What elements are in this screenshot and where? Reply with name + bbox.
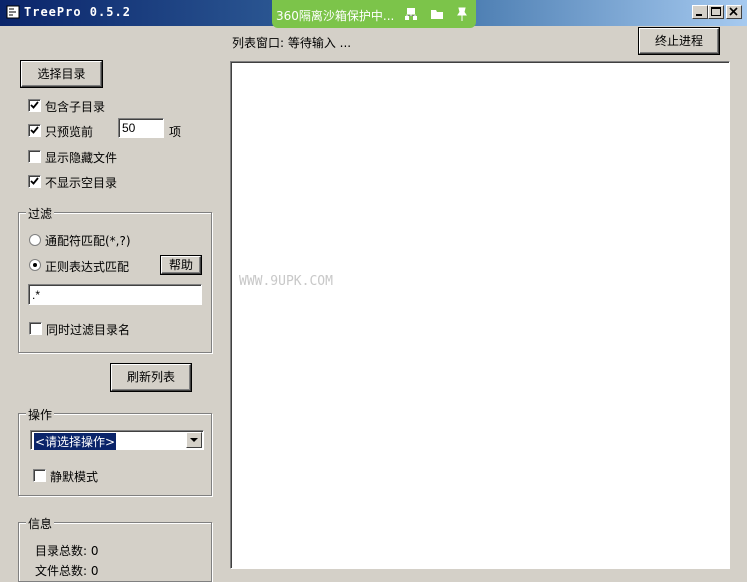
pattern-input[interactable]: [28, 284, 202, 305]
show-hidden-label: 显示隐藏文件: [45, 151, 118, 165]
wildcard-label: 通配符匹配(*,?): [45, 234, 131, 248]
window-title: TreePro 0.5.2: [24, 5, 131, 19]
stop-process-button[interactable]: 终止进程: [638, 27, 720, 55]
close-icon: [729, 7, 738, 16]
preview-unit-label: 项: [169, 125, 182, 139]
choose-directory-button[interactable]: 选择目录: [20, 60, 103, 88]
hide-empty-label: 不显示空目录: [45, 176, 118, 190]
preview-count-input[interactable]: [118, 118, 164, 138]
operation-group-title: 操作: [26, 406, 55, 423]
app-icon: [6, 5, 20, 19]
preview-only-checkbox[interactable]: [28, 124, 41, 137]
dir-count: 目录总数: 0: [35, 544, 99, 558]
preview-only-label: 只预览前: [45, 125, 94, 139]
file-count: 文件总数: 0: [35, 564, 99, 578]
wildcard-radio[interactable]: [29, 234, 41, 246]
close-button[interactable]: [726, 5, 742, 19]
show-hidden-checkbox[interactable]: [28, 150, 41, 163]
filter-dirs-label: 同时过滤目录名: [46, 323, 131, 337]
pin-icon[interactable]: [453, 5, 471, 23]
silent-mode-label: 静默模式: [50, 470, 99, 484]
include-subdirs-checkbox[interactable]: [28, 99, 41, 112]
checkmark-icon: [30, 101, 39, 109]
list-status: 列表窗口: 等待输入 ...: [232, 36, 352, 50]
include-subdirs-label: 包含子目录: [45, 100, 106, 114]
maximize-button[interactable]: [708, 5, 724, 19]
info-group-title: 信息: [26, 515, 55, 532]
folder-icon[interactable]: [428, 5, 446, 23]
filter-group-title: 过滤: [26, 205, 55, 222]
operation-select[interactable]: <请选择操作>: [30, 430, 204, 450]
checkmark-icon: [30, 177, 39, 185]
watermark: WWW.9UPK.COM: [239, 274, 333, 289]
sandbox-network-icon[interactable]: [402, 5, 420, 23]
regex-radio[interactable]: [29, 259, 41, 271]
operation-group: [18, 413, 212, 496]
sandbox-status: 360隔离沙箱保护中...: [276, 9, 395, 23]
minimize-button[interactable]: [692, 5, 708, 19]
minimize-icon: [696, 14, 702, 16]
list-pane[interactable]: WWW.9UPK.COM: [230, 61, 730, 569]
operation-selected-value: <请选择操作>: [34, 433, 117, 450]
dropdown-arrow[interactable]: [186, 432, 202, 448]
chevron-down-icon: [190, 438, 198, 442]
refresh-list-button[interactable]: 刷新列表: [110, 363, 192, 392]
sandbox-banner: 360隔离沙箱保护中...: [272, 0, 476, 28]
regex-label: 正则表达式匹配: [45, 260, 130, 274]
silent-mode-checkbox[interactable]: [33, 469, 46, 482]
hide-empty-checkbox[interactable]: [28, 175, 41, 188]
checkmark-icon: [30, 126, 39, 134]
maximize-icon: [711, 7, 721, 16]
filter-dirs-checkbox[interactable]: [29, 322, 42, 335]
help-button[interactable]: 帮助: [160, 255, 202, 275]
